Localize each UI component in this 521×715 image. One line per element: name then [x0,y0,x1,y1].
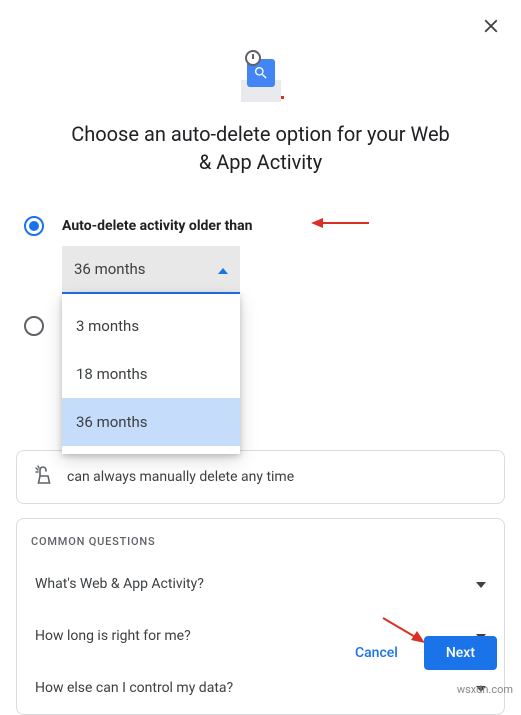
common-questions-card: COMMON QUESTIONS What's Web & App Activi… [16,518,505,715]
tap-icon [31,465,55,489]
dropdown-menu: 3 months 18 months 36 months [62,294,240,454]
option-auto-delete-older[interactable]: Auto-delete activity older than [16,212,505,240]
next-button[interactable]: Next [424,636,497,670]
chevron-down-icon [476,576,486,592]
auto-delete-dialog: Choose an auto-delete option for your We… [0,0,521,700]
duration-dropdown[interactable]: 36 months 3 months 18 months 36 months [62,246,505,294]
question-text: How else can I control my data? [35,680,233,696]
chevron-up-icon [218,260,228,278]
dropdown-trigger[interactable]: 36 months [62,246,240,294]
dropdown-option-3[interactable]: 3 months [62,302,240,350]
info-card: can always manually delete any time [16,450,505,504]
radio-dont-delete[interactable] [24,316,44,336]
watermark: wsxdn.com [457,683,513,696]
hero-illustration [235,52,287,104]
info-text: can always manually delete any time [67,469,294,485]
radio-auto-delete[interactable] [24,216,44,236]
dropdown-option-36[interactable]: 36 months [62,398,240,446]
dropdown-selected-value: 36 months [74,260,145,278]
dropdown-option-18[interactable]: 18 months [62,350,240,398]
common-questions-header: COMMON QUESTIONS [31,535,490,548]
dialog-footer: Cancel Next [349,636,497,670]
close-button[interactable] [477,12,505,40]
close-icon [480,15,502,37]
dialog-title: Choose an auto-delete option for your We… [16,120,505,176]
annotation-arrow-icon [311,215,371,234]
question-text: What's Web & App Activity? [35,576,204,592]
cancel-button[interactable]: Cancel [349,637,404,669]
question-text: How long is right for me? [35,628,191,644]
question-1[interactable]: What's Web & App Activity? [31,558,490,610]
option-label: Auto-delete activity older than [62,218,253,234]
